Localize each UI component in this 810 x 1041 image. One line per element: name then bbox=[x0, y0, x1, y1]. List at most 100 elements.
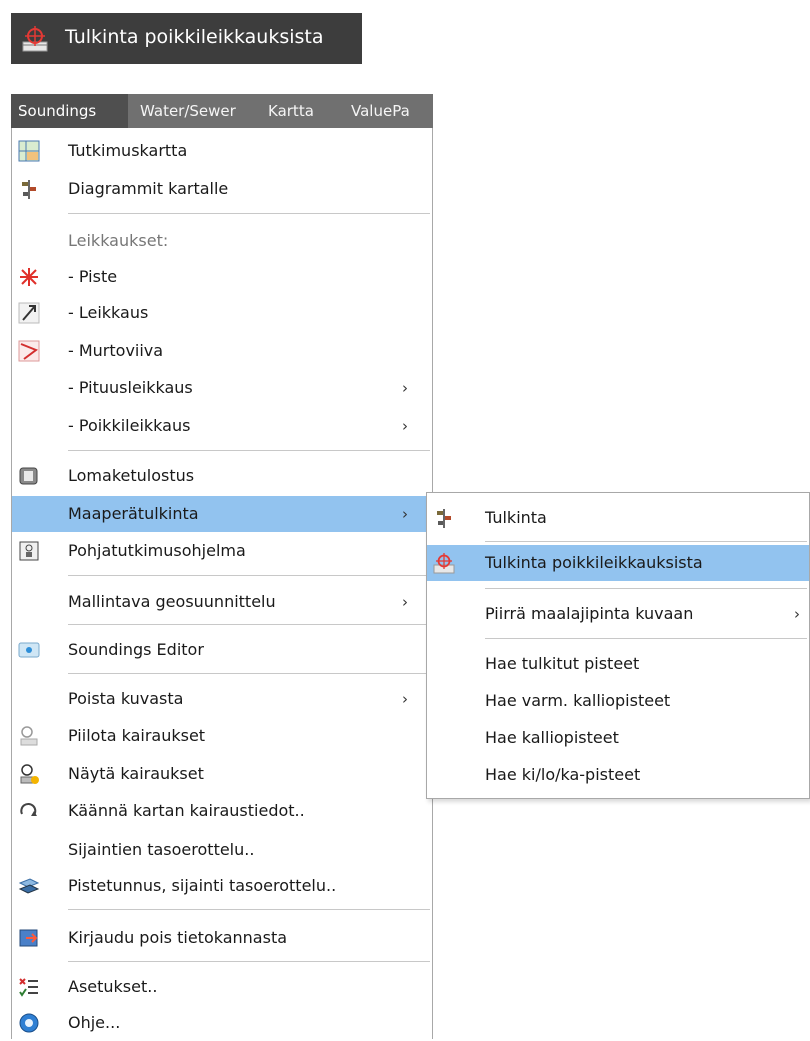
menu-separator bbox=[68, 909, 430, 910]
menu-item-soundings-editor[interactable]: Soundings Editor bbox=[12, 632, 432, 668]
submenu-item-piirra-maalajipinta[interactable]: Piirrä maalajipinta kuvaan › bbox=[427, 596, 809, 632]
help-icon bbox=[19, 1013, 39, 1033]
menu-item-label: Soundings Editor bbox=[68, 640, 204, 659]
menu-item-label: Maaperätulkinta bbox=[68, 504, 199, 523]
submenu-separator bbox=[485, 541, 807, 542]
menu-bar: Soundings Water/Sewer Kartta ValuePa bbox=[11, 94, 433, 128]
menu-item-label: Poista kuvasta bbox=[68, 689, 184, 708]
menu-item-label: - Murtoviiva bbox=[68, 341, 164, 360]
menu-valuepa[interactable]: ValuePa bbox=[351, 94, 410, 128]
menu-item-lomaketulostus[interactable]: Lomaketulostus bbox=[12, 458, 432, 494]
submenu-item-hae-kalliopisteet[interactable]: Hae kalliopisteet bbox=[427, 720, 809, 756]
menu-item-label: Pohjatutkimusohjelma bbox=[68, 541, 246, 560]
menu-item-pistetunnus[interactable]: Pistetunnus, sijainti tasoerottelu.. bbox=[12, 868, 432, 904]
diagram-icon bbox=[22, 180, 36, 199]
menu-item-label: - Pituusleikkaus bbox=[68, 378, 193, 397]
menu-water-sewer[interactable]: Water/Sewer bbox=[140, 94, 236, 128]
submenu-item-label: Hae ki/lo/ka-pisteet bbox=[485, 765, 641, 784]
menu-item-label: Sijaintien tasoerottelu.. bbox=[68, 840, 255, 859]
menu-item-label: Käännä kartan kairaustiedot.. bbox=[68, 801, 305, 820]
menu-item-pohjatutkimusohjelma[interactable]: Pohjatutkimusohjelma bbox=[12, 533, 432, 569]
submenu-item-tulkinta-poikkileikkauksista[interactable]: Tulkinta poikkileikkauksista bbox=[427, 545, 809, 581]
submenu-item-label: Hae varm. kalliopisteet bbox=[485, 691, 671, 710]
soundings-dropdown: Tutkimuskartta Diagrammit kartalle Leikk… bbox=[11, 128, 433, 1039]
menu-item-label: - Leikkaus bbox=[68, 303, 149, 322]
menu-separator bbox=[68, 961, 430, 962]
chevron-right-icon: › bbox=[402, 505, 408, 523]
submenu-item-label: Tulkinta bbox=[485, 508, 547, 527]
menu-item-label: Piilota kairaukset bbox=[68, 726, 206, 745]
menu-item-asetukset[interactable]: Asetukset.. bbox=[12, 969, 432, 1005]
menu-item-ohje[interactable]: Ohje... bbox=[12, 1005, 432, 1041]
menu-separator bbox=[68, 213, 430, 214]
menu-kartta[interactable]: Kartta bbox=[268, 94, 314, 128]
menu-item-leikkaus[interactable]: - Leikkaus bbox=[12, 295, 432, 331]
editor-icon bbox=[18, 642, 40, 658]
submenu-item-hae-varm-kalliopisteet[interactable]: Hae varm. kalliopisteet bbox=[427, 683, 809, 719]
submenu-separator bbox=[485, 638, 807, 639]
settings-list-icon bbox=[19, 978, 38, 997]
menu-soundings[interactable]: Soundings bbox=[11, 94, 128, 128]
menu-separator bbox=[68, 575, 430, 576]
point-star-icon bbox=[20, 268, 38, 286]
show-soundings-icon bbox=[20, 764, 39, 784]
menu-item-maaperatulkinta[interactable]: Maaperätulkinta › bbox=[12, 496, 432, 532]
chevron-right-icon: › bbox=[402, 417, 408, 435]
menu-item-label: Tutkimuskartta bbox=[68, 141, 188, 160]
menu-item-label: - Poikkileikkaus bbox=[68, 416, 191, 435]
polyline-icon bbox=[18, 340, 40, 362]
menu-item-label: Asetukset.. bbox=[68, 977, 158, 996]
menu-item-label: Diagrammit kartalle bbox=[68, 179, 229, 198]
title-chip: Tulkinta poikkileikkauksista bbox=[11, 13, 362, 64]
menu-item-label: Lomaketulostus bbox=[68, 466, 195, 485]
menu-item-kaanna-kartan[interactable]: Käännä kartan kairaustiedot.. bbox=[12, 793, 432, 829]
menu-item-piste[interactable]: - Piste bbox=[12, 259, 432, 295]
menu-item-label: Kirjaudu pois tietokannasta bbox=[68, 928, 288, 947]
menu-item-label: Näytä kairaukset bbox=[68, 764, 204, 783]
chevron-right-icon: › bbox=[402, 690, 408, 708]
crosshair-section-icon bbox=[433, 553, 455, 574]
menu-separator bbox=[68, 673, 430, 674]
menu-item-label: Ohje... bbox=[68, 1013, 121, 1032]
hide-soundings-icon bbox=[20, 726, 38, 746]
menu-item-label: Pistetunnus, sijainti tasoerottelu.. bbox=[68, 876, 337, 895]
menu-item-murtoviiva[interactable]: - Murtoviiva bbox=[12, 333, 432, 369]
menu-item-poista-kuvasta[interactable]: Poista kuvasta › bbox=[12, 681, 432, 717]
chevron-right-icon: › bbox=[794, 605, 800, 623]
menu-item-poikkileikkaus[interactable]: - Poikkileikkaus › bbox=[12, 408, 432, 444]
menu-item-pituusleikkaus[interactable]: - Pituusleikkaus › bbox=[12, 370, 432, 406]
menu-item-piilota-kairaukset[interactable]: Piilota kairaukset bbox=[12, 718, 432, 754]
submenu-item-hae-ki-lo-ka[interactable]: Hae ki/lo/ka-pisteet bbox=[427, 757, 809, 793]
menu-item-kirjaudu-pois[interactable]: Kirjaudu pois tietokannasta bbox=[12, 920, 432, 956]
submenu-item-label: Tulkinta poikkileikkauksista bbox=[485, 553, 703, 572]
menu-item-nayta-kairaukset[interactable]: Näytä kairaukset bbox=[12, 756, 432, 792]
submenu-separator bbox=[485, 588, 807, 589]
menu-separator bbox=[68, 450, 430, 451]
submenu-item-hae-tulkitut[interactable]: Hae tulkitut pisteet bbox=[427, 646, 809, 682]
menu-item-label: - Piste bbox=[68, 267, 118, 286]
section-line-icon bbox=[18, 302, 40, 324]
program-icon bbox=[19, 541, 39, 561]
submenu-item-label: Hae kalliopisteet bbox=[485, 728, 619, 747]
submenu-item-label: Hae tulkitut pisteet bbox=[485, 654, 640, 673]
menu-item-diagrammit-kartalle[interactable]: Diagrammit kartalle bbox=[12, 171, 432, 207]
chevron-right-icon: › bbox=[402, 593, 408, 611]
menu-item-mallintava-geosuunnittelu[interactable]: Mallintava geosuunnittelu › bbox=[12, 584, 432, 620]
submenu-item-tulkinta[interactable]: Tulkinta bbox=[427, 500, 809, 536]
map-grid-icon bbox=[18, 140, 40, 162]
print-form-icon bbox=[19, 467, 38, 485]
crosshair-section-icon bbox=[22, 26, 48, 52]
submenu-item-label: Piirrä maalajipinta kuvaan bbox=[485, 604, 694, 623]
menu-item-label: Mallintava geosuunnittelu bbox=[68, 592, 276, 611]
menu-item-sijaintien-tasoerottelu[interactable]: Sijaintien tasoerottelu.. bbox=[12, 832, 432, 868]
logout-db-icon bbox=[19, 929, 38, 947]
menu-item-label: Leikkaukset: bbox=[68, 231, 169, 250]
layers-icon bbox=[18, 878, 40, 894]
rotate-icon bbox=[20, 802, 37, 816]
maaperatulkinta-submenu: Tulkinta Tulkinta poikkileikkauksista Pi… bbox=[426, 492, 810, 799]
title-chip-label: Tulkinta poikkileikkauksista bbox=[65, 26, 324, 48]
diagram-icon bbox=[437, 509, 451, 528]
menu-header-leikkaukset: Leikkaukset: bbox=[12, 223, 432, 259]
chevron-right-icon: › bbox=[402, 379, 408, 397]
menu-item-tutkimuskartta[interactable]: Tutkimuskartta bbox=[12, 133, 432, 169]
